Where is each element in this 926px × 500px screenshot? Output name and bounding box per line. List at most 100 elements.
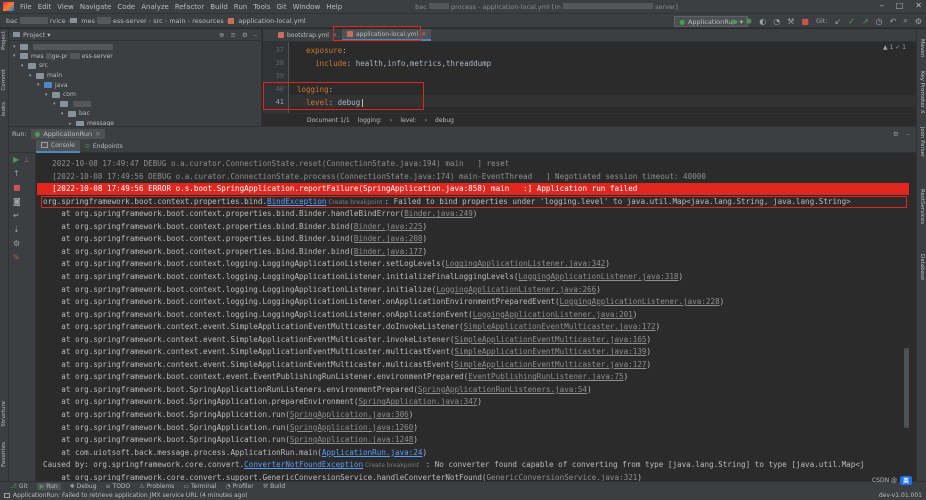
document-indicator[interactable]: Document 1/1: [307, 117, 350, 124]
tree-item[interactable]: ▾src: [9, 61, 261, 71]
bottom-tab-profiler[interactable]: ◔Profiler: [225, 483, 253, 490]
tree-item[interactable]: ▾java: [9, 80, 261, 90]
up-icon[interactable]: ↑: [13, 169, 20, 178]
menu-item-tools[interactable]: Tools: [250, 3, 273, 11]
key-promoter-tool-tab[interactable]: Key Promoter X: [919, 71, 925, 114]
stacktrace-link[interactable]: EventPublishingRunListener.java:75: [468, 372, 623, 381]
stacktrace-link[interactable]: SimpleApplicationEventMulticaster.java:1…: [464, 322, 656, 331]
tab-endpoints[interactable]: ⊙ Endpoints: [80, 140, 128, 153]
maven-tool-tab[interactable]: Maven: [919, 39, 925, 57]
close-icon[interactable]: ✕: [421, 31, 426, 38]
stacktrace-link[interactable]: LoggingApplicationListener.java:266: [436, 285, 596, 294]
tree-item[interactable]: ▾: [9, 100, 261, 110]
breadcrumb-item[interactable]: rvice: [48, 17, 68, 25]
chevron-icon[interactable]: ▾: [45, 92, 52, 98]
rollback-icon[interactable]: ↶: [890, 17, 897, 26]
bottom-tab-run[interactable]: ▶Run: [37, 483, 61, 490]
stacktrace-link[interactable]: SpringApplication.java:1260: [290, 423, 413, 432]
gear-icon[interactable]: ⚙: [893, 130, 899, 138]
run-tab-applicationrun[interactable]: ● ApplicationRun ✕: [31, 129, 105, 139]
git-branch[interactable]: dev-v1.01.001: [879, 492, 922, 499]
menu-item-run[interactable]: Run: [231, 3, 250, 11]
close-icon[interactable]: ✕: [95, 130, 100, 138]
git-update-icon[interactable]: ↙: [835, 17, 842, 26]
menu-item-file[interactable]: File: [17, 3, 35, 11]
breadcrumb-item[interactable]: main: [167, 17, 187, 25]
menu-item-window[interactable]: Window: [290, 3, 324, 11]
tab-bootstrap-yml[interactable]: bootstrap.yml ✕: [273, 29, 342, 41]
menu-item-refactor[interactable]: Refactor: [172, 3, 207, 11]
git-push-icon[interactable]: ↗: [862, 17, 869, 26]
stacktrace-link[interactable]: ApplicationRun.java:24: [322, 448, 423, 457]
breadcrumb-root[interactable]: bac: [4, 17, 20, 25]
stacktrace-link[interactable]: SpringApplicationRunListeners.java:54: [418, 385, 587, 394]
stacktrace-link[interactable]: LoggingApplicationListener.java:318: [518, 272, 678, 281]
bottom-tab-terminal[interactable]: ▭Terminal: [183, 483, 216, 490]
chevron-icon[interactable]: ▾: [21, 63, 28, 69]
status-message[interactable]: ApplicationRun: Failed to retrieve appli…: [13, 492, 248, 499]
wrap-icon[interactable]: ↵: [13, 211, 20, 220]
menu-item-view[interactable]: View: [54, 3, 77, 11]
rerun-icon[interactable]: ▶: [13, 155, 19, 164]
stacktrace-link[interactable]: Binder.java:249: [404, 209, 473, 218]
json-parser-tool-tab[interactable]: Json Parser: [919, 127, 925, 157]
stop-icon[interactable]: ■: [801, 17, 809, 26]
debug-icon[interactable]: ✱: [746, 17, 753, 26]
bottom-tab-debug[interactable]: ✱Debug: [70, 483, 97, 490]
search-icon[interactable]: ⌕: [903, 16, 907, 26]
stacktrace-link[interactable]: SimpleApplicationEventMulticaster.java:1…: [454, 335, 646, 344]
console-scrollbar[interactable]: [904, 348, 909, 428]
stop-icon[interactable]: ■: [13, 183, 21, 192]
chevron-icon[interactable]: ▾: [13, 44, 20, 50]
bottom-tab-todo[interactable]: ≡TODO: [106, 483, 131, 490]
locate-icon[interactable]: ⊕: [219, 31, 224, 39]
breadcrumb-item[interactable]: ess-server: [111, 17, 149, 25]
path-segment[interactable]: debug: [435, 117, 454, 124]
stacktrace-link[interactable]: SpringApplication.java:1248: [290, 435, 413, 444]
leaks-tool-tab[interactable]: leaks: [1, 102, 7, 116]
breadcrumb-item[interactable]: resources: [190, 17, 226, 25]
inspection-widget[interactable]: ▲ 1 ✓ 1: [883, 44, 906, 51]
stacktrace-link[interactable]: LoggingApplicationListener.java:342: [445, 259, 605, 268]
menu-item-edit[interactable]: Edit: [35, 3, 55, 11]
stacktrace-link[interactable]: LoggingApplicationListener.java:228: [560, 297, 720, 306]
chevron-icon[interactable]: ▾: [61, 111, 68, 117]
collapse-icon[interactable]: ≡: [230, 31, 235, 39]
project-tool-tab[interactable]: Project: [1, 31, 7, 50]
restservices-tool-tab[interactable]: RestServices: [919, 189, 925, 224]
menu-item-help[interactable]: Help: [323, 3, 345, 11]
path-segment[interactable]: logging:: [358, 117, 382, 124]
chevron-icon[interactable]: ▾: [29, 73, 36, 79]
menu-item-analyze[interactable]: Analyze: [138, 3, 172, 11]
menu-item-navigate[interactable]: Navigate: [77, 3, 114, 11]
settings-icon[interactable]: ⚙: [13, 239, 20, 248]
run-icon[interactable]: ▶: [732, 17, 738, 26]
tree-item[interactable]: ▾bac: [9, 109, 261, 119]
create-breakpoint-link[interactable]: Create breakpoint: [363, 462, 421, 469]
maximize-icon[interactable]: □: [896, 1, 904, 10]
pin-icon[interactable]: ⟂: [24, 155, 29, 165]
breadcrumb-item[interactable]: src: [151, 17, 165, 25]
commit-tool-tab[interactable]: Commit: [1, 69, 7, 91]
gear-icon[interactable]: ⚙: [242, 31, 248, 39]
stacktrace-link[interactable]: ConverterNotFoundException: [244, 460, 363, 469]
breadcrumb-item[interactable]: application-local.yml: [236, 17, 307, 25]
database-tool-tab[interactable]: Database: [919, 254, 925, 280]
stacktrace-link[interactable]: LoggingApplicationListener.java:201: [473, 310, 633, 319]
hide-icon[interactable]: –: [254, 31, 257, 39]
stacktrace-link[interactable]: BindException: [267, 197, 326, 206]
breadcrumb-item[interactable]: mes: [79, 17, 97, 25]
minimize-icon[interactable]: –: [880, 1, 884, 10]
history-icon[interactable]: ◷: [876, 17, 883, 26]
settings-icon[interactable]: ⚙: [915, 17, 922, 26]
tree-item[interactable]: ▾com: [9, 90, 261, 100]
stacktrace-link[interactable]: Binder.java:208: [354, 234, 423, 243]
favorites-tool-tab[interactable]: Favorites: [1, 442, 7, 467]
tree-item[interactable]: ▾mesge-press-server: [9, 52, 261, 62]
code-line[interactable]: exposure:: [297, 46, 347, 55]
tree-item[interactable]: ▸message: [9, 119, 261, 126]
chevron-down-icon[interactable]: ▾: [47, 31, 50, 39]
coverage-icon[interactable]: ◐: [759, 17, 766, 26]
structure-tool-tab[interactable]: Structure: [1, 401, 7, 427]
project-panel-title[interactable]: Project: [23, 31, 45, 39]
